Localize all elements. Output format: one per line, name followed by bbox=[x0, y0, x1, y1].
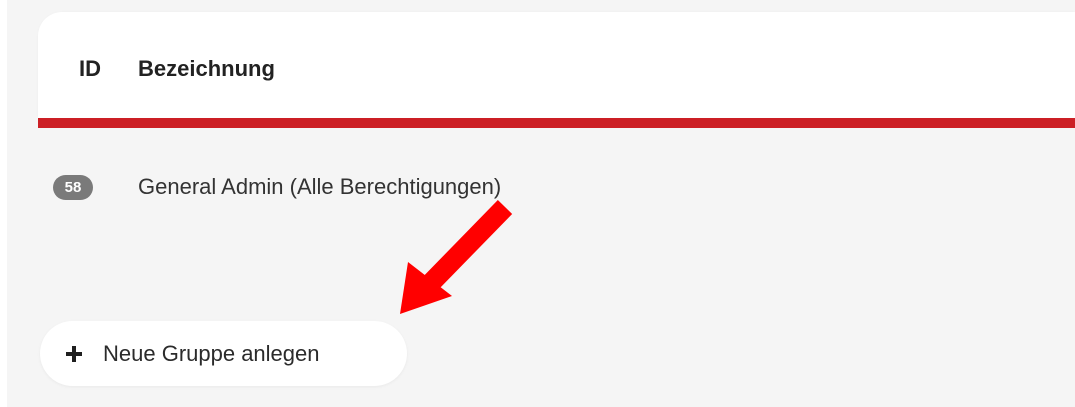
table-header: ID Bezeichnung bbox=[38, 12, 1075, 118]
column-header-id[interactable]: ID bbox=[79, 56, 101, 82]
page: ID Bezeichnung 58 General Admin (Alle Be… bbox=[0, 0, 1075, 407]
column-header-bezeichnung[interactable]: Bezeichnung bbox=[138, 56, 275, 82]
table-row[interactable]: 58 General Admin (Alle Berechtigungen) bbox=[38, 160, 1075, 214]
group-name[interactable]: General Admin (Alle Berechtigungen) bbox=[138, 174, 501, 200]
table-header-accent-line bbox=[38, 118, 1075, 128]
new-group-button[interactable]: Neue Gruppe anlegen bbox=[40, 321, 407, 386]
new-group-button-label: Neue Gruppe anlegen bbox=[103, 341, 320, 366]
id-badge: 58 bbox=[53, 175, 93, 200]
plus-icon bbox=[66, 346, 82, 362]
